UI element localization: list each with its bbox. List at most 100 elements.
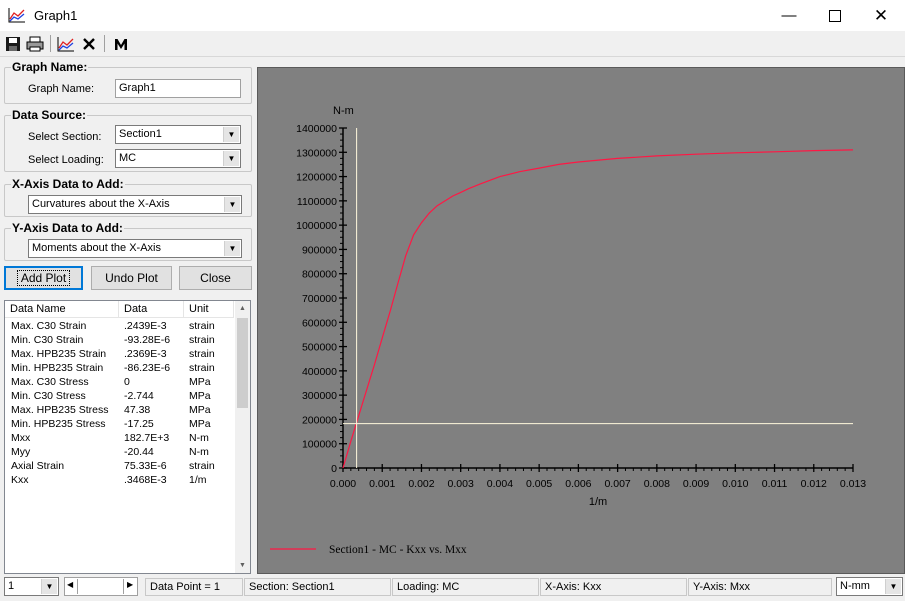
graph-name-label: Graph Name: bbox=[28, 83, 95, 95]
x-axis-status: X-Axis: Kxx bbox=[540, 578, 687, 596]
maximize-icon bbox=[829, 9, 841, 22]
section-select-value: Section1 bbox=[119, 128, 162, 140]
section-status: Section: Section1 bbox=[244, 578, 391, 596]
column-header-unit[interactable]: Unit bbox=[184, 301, 234, 318]
cell-data: .2369E-3 bbox=[124, 348, 167, 360]
data-list[interactable]: Data Name Data Unit Max. C30 Strain .2439… bbox=[4, 300, 251, 574]
cell-name: Min. C30 Stress bbox=[11, 390, 86, 402]
plot-area[interactable]: N-m 1/m 0.000 0.001 0.002 0.003 0.004 0.005 0.… bbox=[257, 67, 905, 574]
m-button[interactable] bbox=[111, 34, 131, 53]
table-row[interactable]: Min. HPB235 Strain -86.23E-6 strain bbox=[5, 362, 234, 376]
table-row[interactable]: Min. C30 Stress -2.744 MPa bbox=[5, 390, 234, 404]
y-tick-label: 200000 bbox=[302, 414, 337, 426]
x-tick-label: 0.002 bbox=[408, 478, 434, 490]
cell-unit: MPa bbox=[189, 376, 211, 388]
list-scrollbar[interactable]: ▲ ▼ bbox=[235, 301, 250, 573]
table-row[interactable]: Max. C30 Strain .2439E-3 strain bbox=[5, 320, 234, 334]
y-tick-label: 800000 bbox=[302, 269, 337, 281]
chevron-down-icon: ▼ bbox=[223, 151, 239, 166]
x-tick-label: 0.005 bbox=[526, 478, 552, 490]
cell-name: Myy bbox=[11, 446, 31, 458]
cell-data: -20.44 bbox=[124, 446, 154, 458]
table-row[interactable]: Max. HPB235 Strain .2369E-3 strain bbox=[5, 348, 234, 362]
select-loading-label: Select Loading: bbox=[28, 154, 104, 166]
chevron-down-icon: ▼ bbox=[885, 579, 901, 594]
close-window-button[interactable]: ✕ bbox=[858, 0, 904, 31]
table-row[interactable]: Max. C30 Stress 0 MPa bbox=[5, 376, 234, 390]
save-button[interactable] bbox=[3, 34, 23, 53]
y-axis-group-label: Y-Axis Data to Add: bbox=[11, 221, 124, 235]
cell-unit: strain bbox=[189, 362, 215, 374]
m-letter-icon bbox=[115, 38, 127, 50]
table-row[interactable]: Axial Strain 75.33E-6 strain bbox=[5, 460, 234, 474]
page-select[interactable]: 1 ▼ bbox=[4, 577, 59, 596]
table-row[interactable]: Min. HPB235 Stress -17.25 MPa bbox=[5, 418, 234, 432]
chevron-down-icon: ▼ bbox=[41, 579, 57, 594]
y-axis-select-value: Moments about the X-Axis bbox=[32, 242, 162, 254]
save-icon bbox=[6, 36, 20, 51]
cell-unit: N-m bbox=[189, 446, 209, 458]
toolbar-separator bbox=[50, 35, 51, 52]
y-tick-label: 500000 bbox=[302, 342, 337, 354]
close-button[interactable]: Close bbox=[179, 266, 252, 290]
undo-plot-button[interactable]: Undo Plot bbox=[91, 266, 172, 290]
cell-data: -2.744 bbox=[124, 390, 154, 402]
cell-data: -93.28E-6 bbox=[124, 334, 171, 346]
column-header-name[interactable]: Data Name bbox=[5, 301, 119, 318]
title-bar: Graph1 — ✕ bbox=[0, 0, 905, 31]
table-row[interactable]: Mxx 182.7E+3 N-m bbox=[5, 432, 234, 446]
add-plot-label: Add Plot bbox=[16, 270, 71, 286]
table-row[interactable]: Max. HPB235 Stress 47.38 MPa bbox=[5, 404, 234, 418]
scroller-divider bbox=[77, 579, 78, 594]
y-tick-label: 700000 bbox=[302, 293, 337, 305]
cell-data: 47.38 bbox=[124, 404, 151, 416]
x-tick-label: 0.007 bbox=[604, 478, 630, 490]
maximize-button[interactable] bbox=[812, 0, 858, 31]
series-line bbox=[342, 149, 854, 469]
section-select[interactable]: Section1 ▼ bbox=[115, 125, 241, 144]
x-tick-label: 0.013 bbox=[840, 478, 866, 490]
select-section-label: Select Section: bbox=[28, 131, 102, 143]
y-tick-label: 100000 bbox=[302, 439, 337, 451]
cell-data: .2439E-3 bbox=[124, 320, 167, 332]
x-tick-label: 0.006 bbox=[565, 478, 591, 490]
scroll-down-icon[interactable]: ▼ bbox=[235, 558, 250, 573]
minimize-icon: — bbox=[781, 7, 797, 24]
cell-unit: 1/m bbox=[189, 474, 207, 486]
x-tick-label: 0.009 bbox=[683, 478, 709, 490]
cell-name: Min. HPB235 Stress bbox=[11, 418, 106, 430]
scroll-left-icon[interactable]: ◀ bbox=[67, 580, 73, 589]
scrollbar-thumb[interactable] bbox=[237, 318, 248, 408]
graph-name-input[interactable]: Graph1 bbox=[115, 79, 241, 98]
cell-unit: MPa bbox=[189, 418, 211, 430]
data-point-scroller[interactable]: ◀ ▶ bbox=[64, 577, 138, 596]
cell-data: -86.23E-6 bbox=[124, 362, 171, 374]
table-row[interactable]: Kxx .3468E-3 1/m bbox=[5, 474, 234, 488]
print-button[interactable] bbox=[25, 34, 45, 53]
units-select[interactable]: N-mm ▼ bbox=[836, 577, 903, 596]
loading-status: Loading: MC bbox=[392, 578, 539, 596]
cell-unit: strain bbox=[189, 334, 215, 346]
table-row[interactable]: Min. C30 Strain -93.28E-6 strain bbox=[5, 334, 234, 348]
x-axis-select[interactable]: Curvatures about the X-Axis ▼ bbox=[28, 195, 242, 214]
cell-name: Max. C30 Stress bbox=[11, 376, 89, 388]
y-tick-label: 0 bbox=[331, 463, 337, 475]
cell-data: -17.25 bbox=[124, 418, 154, 430]
cell-name: Kxx bbox=[11, 474, 29, 486]
graph-button[interactable] bbox=[56, 34, 76, 53]
loading-select[interactable]: MC ▼ bbox=[115, 149, 241, 168]
cell-unit: MPa bbox=[189, 404, 211, 416]
data-source-group-label: Data Source: bbox=[11, 108, 88, 122]
x-axis-select-value: Curvatures about the X-Axis bbox=[32, 198, 170, 210]
delete-button[interactable] bbox=[79, 34, 99, 53]
cell-name: Max. HPB235 Strain bbox=[11, 348, 107, 360]
toolbar-separator bbox=[104, 35, 105, 52]
column-header-data[interactable]: Data bbox=[119, 301, 184, 318]
add-plot-button[interactable]: Add Plot bbox=[4, 266, 83, 290]
scroll-right-icon[interactable]: ▶ bbox=[127, 580, 133, 589]
minimize-button[interactable]: — bbox=[766, 0, 812, 31]
table-row[interactable]: Myy -20.44 N-m bbox=[5, 446, 234, 460]
scroll-up-icon[interactable]: ▲ bbox=[235, 301, 250, 316]
x-tick-label: 0.000 bbox=[330, 478, 356, 490]
y-axis-select[interactable]: Moments about the X-Axis ▼ bbox=[28, 239, 242, 258]
